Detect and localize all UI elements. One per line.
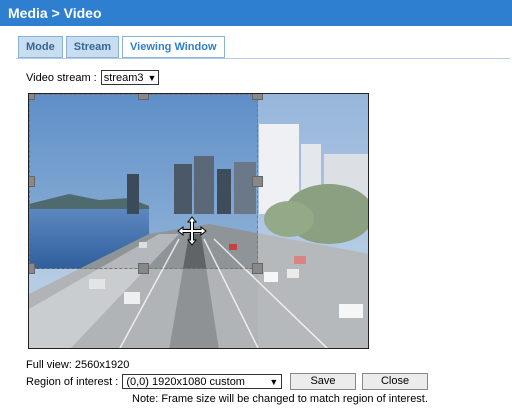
roi-handle-bottom-left[interactable]: [29, 263, 35, 274]
roi-handle-bottom-right[interactable]: [252, 263, 263, 274]
region-of-interest-frame[interactable]: [29, 94, 258, 269]
roi-handle-right[interactable]: [252, 176, 263, 187]
tab-bar: Mode Stream Viewing Window: [18, 36, 225, 58]
roi-handle-top-right[interactable]: [252, 94, 263, 100]
roi-handle-top-left[interactable]: [29, 94, 35, 100]
outside-region-overlay-right: [258, 94, 368, 348]
video-stream-label: Video stream :: [26, 71, 97, 84]
video-stream-select[interactable]: stream3 ▼: [100, 70, 160, 85]
chevron-down-icon: ▼: [147, 72, 157, 83]
tab-viewing-window[interactable]: Viewing Window: [122, 36, 225, 58]
tab-mode[interactable]: Mode: [18, 36, 63, 58]
roi-handle-bottom[interactable]: [138, 263, 149, 274]
tab-divider: [16, 58, 510, 59]
region-of-interest-label: Region of interest :: [26, 375, 119, 388]
outside-region-overlay-bottom: [29, 269, 258, 348]
roi-handle-top[interactable]: [138, 94, 149, 100]
page-header: Media > Video: [0, 0, 512, 26]
region-of-interest-row: Region of interest : (0,0) 1920x1080 cus…: [26, 374, 283, 389]
page-title: Media > Video: [8, 5, 102, 21]
region-of-interest-value: (0,0) 1920x1080 custom: [126, 375, 245, 388]
tab-stream[interactable]: Stream: [65, 36, 120, 58]
roi-handle-left[interactable]: [29, 176, 35, 187]
frame-size-note: Note: Frame size will be changed to matc…: [132, 393, 428, 405]
move-cursor-icon: [177, 216, 207, 246]
video-viewer[interactable]: [28, 93, 369, 349]
save-button[interactable]: Save: [290, 373, 356, 390]
video-stream-row: Video stream : stream3 ▼: [26, 70, 160, 85]
chevron-down-icon: ▼: [269, 376, 279, 387]
region-of-interest-select[interactable]: (0,0) 1920x1080 custom ▼: [122, 374, 283, 389]
close-button[interactable]: Close: [362, 373, 428, 390]
full-view-size: Full view: 2560x1920: [26, 359, 130, 371]
video-stream-value: stream3: [103, 71, 144, 84]
